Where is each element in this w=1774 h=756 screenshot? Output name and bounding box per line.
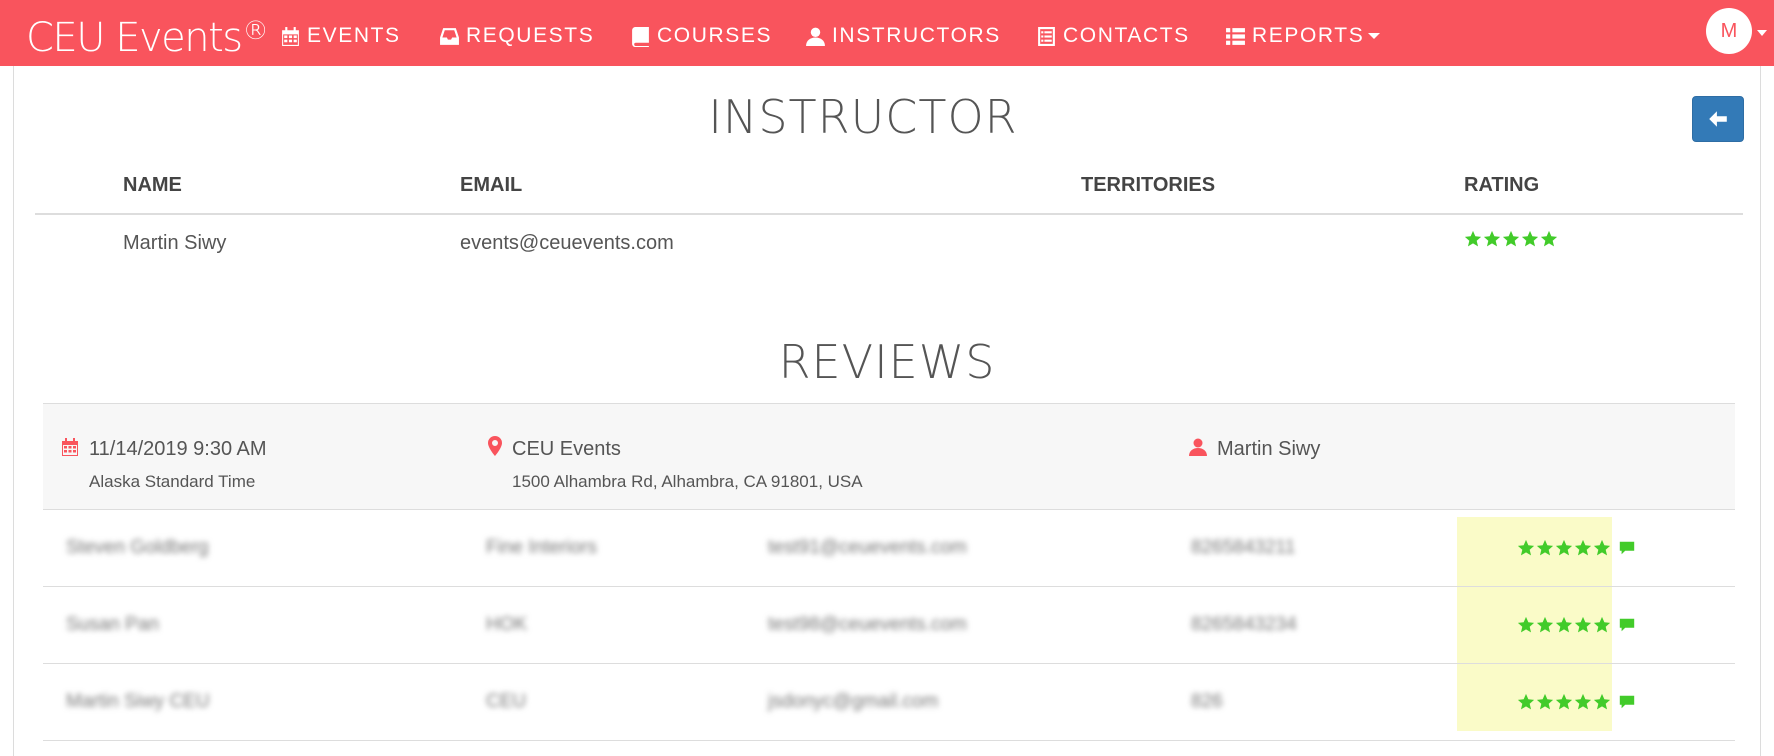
list-icon xyxy=(1226,27,1245,45)
header-email: EMAIL xyxy=(460,174,523,196)
event-address: 1500 Alhambra Rd, Alhambra, CA 91801, US… xyxy=(512,472,863,491)
star-icon xyxy=(1593,616,1611,633)
calendar-icon xyxy=(62,438,78,456)
nav-instructors[interactable]: INSTRUCTORS xyxy=(805,22,1001,50)
star-icon xyxy=(1540,230,1558,247)
review-rating xyxy=(1517,616,1637,634)
inbox-icon xyxy=(440,27,459,45)
nav-courses[interactable]: COURSES xyxy=(630,22,772,50)
nav-contacts[interactable]: CONTACTS xyxy=(1036,22,1190,50)
instructor-email: events@ceuevents.com xyxy=(460,232,674,254)
star-icon xyxy=(1536,693,1554,710)
star-icon xyxy=(1574,616,1592,633)
star-icon xyxy=(1574,693,1592,710)
user-icon xyxy=(1189,438,1207,456)
review-row: Martin Siwy CEU CEU jsdonyc@gmail.com 82… xyxy=(43,664,1735,741)
reviewer-name: Susan Pan xyxy=(66,614,159,635)
star-icon xyxy=(1536,616,1554,633)
comment-icon[interactable] xyxy=(1618,693,1636,711)
map-marker-icon xyxy=(488,436,502,456)
event-summary: 11/14/2019 9:30 AM Alaska Standard Time … xyxy=(43,403,1735,510)
reviewer-name: Martin Siwy CEU xyxy=(66,691,210,712)
top-navbar: CEU Events® EVENTS REQUESTS COURSES INST… xyxy=(0,0,1774,66)
star-icon xyxy=(1536,539,1554,556)
reviewer-email: test98@ceuevents.com xyxy=(768,614,967,635)
comment-icon[interactable] xyxy=(1618,539,1636,557)
review-row: Susan Pan HOK test98@ceuevents.com 82658… xyxy=(43,587,1735,664)
instructor-rating xyxy=(1464,230,1559,248)
reviewer-company: Fine Interiors xyxy=(486,537,597,558)
user-menu-caret-icon[interactable] xyxy=(1757,30,1767,36)
user-icon xyxy=(806,27,825,46)
header-territories: TERRITORIES xyxy=(1081,174,1216,196)
reviewer-number: 8265843211 xyxy=(1191,537,1296,558)
star-icon xyxy=(1517,616,1535,633)
nav-requests[interactable]: REQUESTS xyxy=(439,22,594,50)
star-icon xyxy=(1517,693,1535,710)
star-icon xyxy=(1555,539,1573,556)
review-rating xyxy=(1517,539,1637,557)
header-rating: RATING xyxy=(1464,174,1540,196)
user-avatar[interactable]: M xyxy=(1706,8,1752,54)
reviewer-email: jsdonyc@gmail.com xyxy=(768,691,939,712)
star-icon xyxy=(1521,230,1539,247)
event-venue: CEU Events xyxy=(512,438,621,460)
event-timezone: Alaska Standard Time xyxy=(89,472,256,491)
reviewer-number: 826 xyxy=(1191,691,1223,712)
brand-logo[interactable]: CEU Events® xyxy=(26,8,269,61)
star-icon xyxy=(1517,539,1535,556)
reviewer-number: 8265843234 xyxy=(1191,614,1297,635)
event-instructor: Martin Siwy xyxy=(1217,438,1321,460)
arrow-left-icon xyxy=(1709,111,1727,127)
reviewer-email: test91@ceuevents.com xyxy=(768,537,967,558)
chevron-down-icon xyxy=(1368,33,1381,39)
star-icon xyxy=(1574,539,1592,556)
instructor-name: Martin Siwy xyxy=(123,232,227,254)
instructor-title: INSTRUCTOR xyxy=(708,90,1018,144)
list-alt-icon xyxy=(1038,26,1055,46)
table-header-rule xyxy=(35,213,1743,215)
comment-icon[interactable] xyxy=(1618,616,1636,634)
star-icon xyxy=(1555,616,1573,633)
nav-events[interactable]: EVENTS xyxy=(280,22,401,50)
book-icon xyxy=(632,26,649,47)
reviewer-company: HOK xyxy=(486,614,528,635)
reviewer-name: Steven Goldberg xyxy=(66,537,209,558)
review-row: Steven Goldberg Fine Interiors test91@ce… xyxy=(43,510,1735,587)
page-border-left xyxy=(13,66,14,756)
star-icon xyxy=(1502,230,1520,247)
star-icon xyxy=(1555,693,1573,710)
review-rating xyxy=(1517,693,1637,711)
star-icon xyxy=(1593,539,1611,556)
reviewer-company: CEU xyxy=(486,691,527,712)
calendar-icon xyxy=(282,26,299,46)
star-icon xyxy=(1593,693,1611,710)
event-datetime: 11/14/2019 9:30 AM xyxy=(89,438,267,460)
nav-reports[interactable]: REPORTS xyxy=(1225,22,1381,50)
reviews-title: REVIEWS xyxy=(778,335,996,389)
header-name: NAME xyxy=(123,174,182,196)
star-icon xyxy=(1464,230,1482,247)
page-border-right xyxy=(1760,66,1761,756)
back-button[interactable] xyxy=(1692,96,1744,142)
star-icon xyxy=(1483,230,1501,247)
